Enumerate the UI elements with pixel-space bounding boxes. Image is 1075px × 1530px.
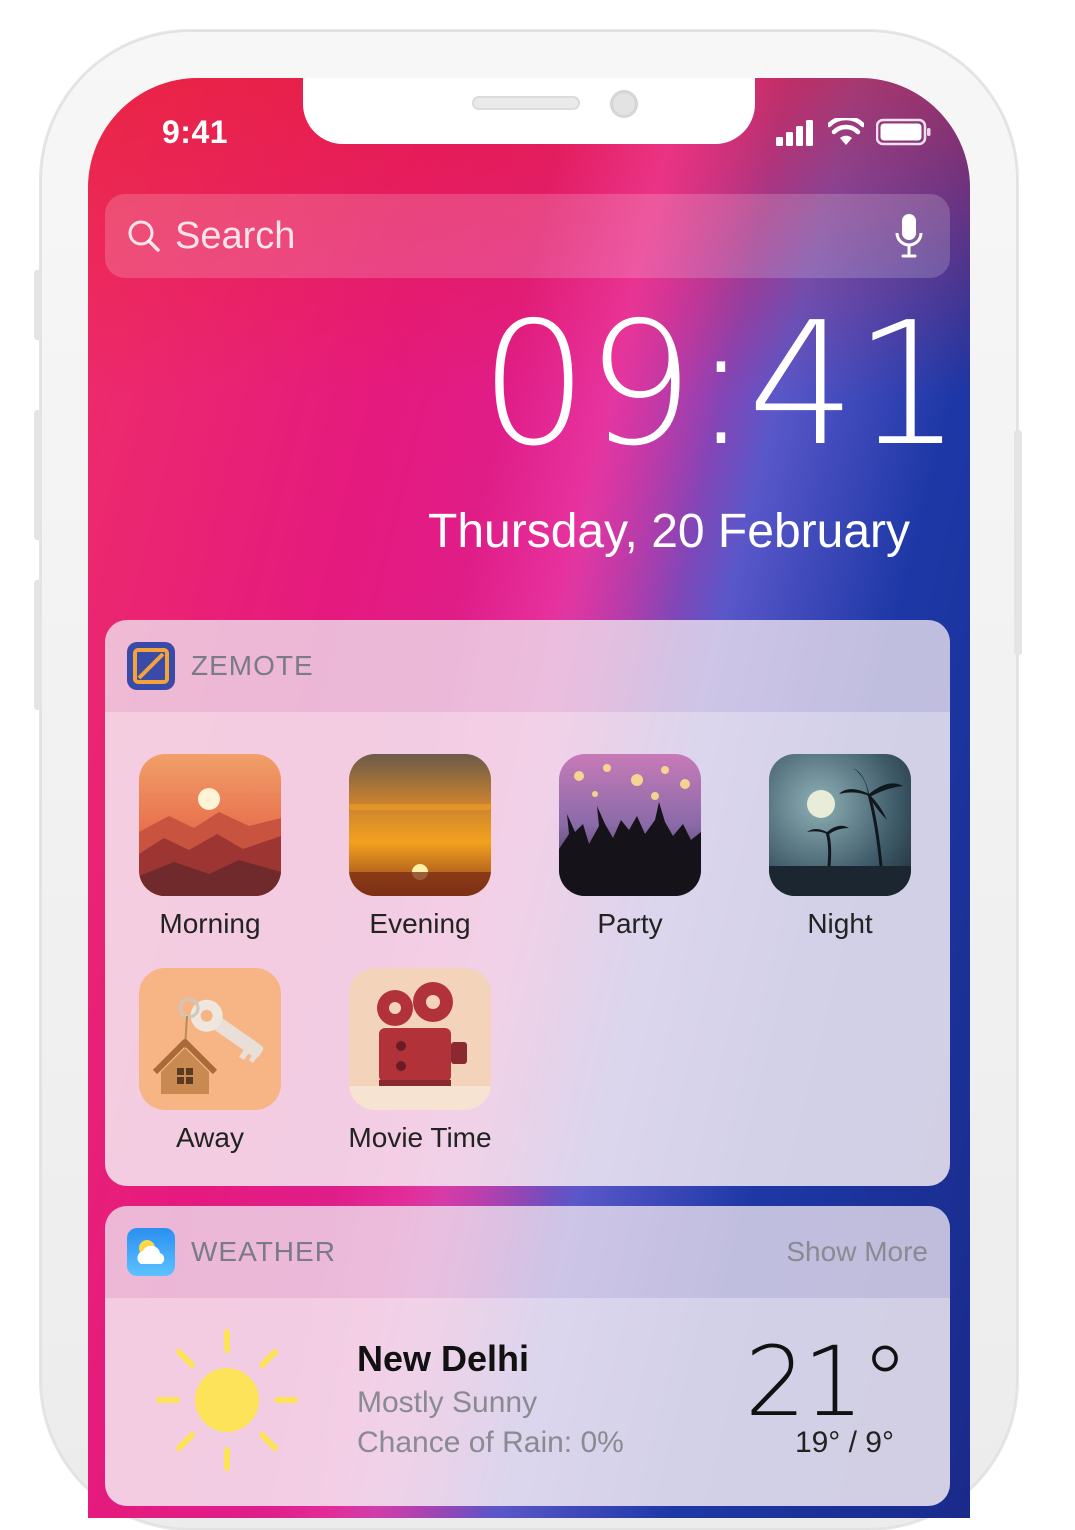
weather-widget-title: WEATHER	[191, 1236, 336, 1267]
weather-city: New Delhi	[357, 1338, 530, 1379]
show-more-link[interactable]: Show More	[786, 1236, 928, 1268]
scene-morning[interactable]: Morning	[135, 754, 285, 940]
scene-label: Party	[597, 908, 663, 939]
notch	[303, 78, 755, 144]
scene-label: Movie Time	[348, 1122, 492, 1153]
search-bar[interactable]: Search	[105, 194, 950, 278]
lock-screen-date: Thursday, 20 February	[428, 505, 910, 558]
search-icon	[128, 220, 160, 252]
volume-down-button	[34, 580, 42, 710]
house-key-icon	[139, 968, 281, 1110]
status-bar-time: 9:41	[162, 114, 229, 150]
cellular-signal-icon	[776, 120, 813, 146]
scene-label: Evening	[369, 908, 471, 939]
scene-grid: Morning Evening Party Night Away Movie T…	[105, 712, 950, 1186]
weather-widget-header: WEATHER Show More	[105, 1206, 950, 1298]
zemote-app-icon	[127, 642, 175, 690]
scene-away[interactable]: Away	[135, 968, 285, 1154]
scene-night[interactable]: Night	[765, 754, 915, 940]
moon-palms-icon	[769, 754, 911, 896]
status-bar-icons	[776, 118, 932, 146]
weather-rain-chance: Chance of Rain: 0%	[357, 1426, 624, 1459]
zemote-widget-header: ZEMOTE	[105, 620, 950, 712]
weather-app-icon	[127, 1228, 175, 1276]
mute-switch	[34, 270, 42, 340]
power-button	[1014, 430, 1022, 655]
weather-temperature: 21°	[744, 1326, 909, 1438]
film-projector-icon	[349, 968, 491, 1110]
weather-body: New Delhi Mostly Sunny Chance of Rain: 0…	[105, 1298, 950, 1506]
weather-temperature-range: 19° / 9°	[794, 1426, 894, 1459]
sun-icon	[156, 1329, 298, 1471]
scene-evening[interactable]: Evening	[345, 754, 495, 940]
weather-widget: WEATHER Show More New Delhi Mostly Sunny…	[105, 1206, 950, 1506]
front-camera	[610, 90, 638, 118]
microphone-icon[interactable]	[894, 213, 924, 259]
scene-label: Morning	[159, 908, 261, 939]
party-crowd-icon	[559, 754, 701, 896]
sunrise-mountains-icon	[139, 754, 281, 896]
weather-condition: Mostly Sunny	[357, 1386, 538, 1419]
scene-label: Away	[176, 1122, 244, 1153]
wifi-icon	[828, 118, 864, 145]
volume-up-button	[34, 410, 42, 540]
scene-movie-time[interactable]: Movie Time	[345, 968, 495, 1154]
earpiece-speaker	[472, 96, 580, 110]
zemote-widget-title: ZEMOTE	[191, 650, 314, 681]
sunset-horizon-icon	[349, 754, 491, 896]
search-placeholder: Search	[175, 214, 296, 257]
scene-party[interactable]: Party	[555, 754, 705, 940]
battery-icon	[876, 118, 931, 146]
lock-screen-clock: 09:41	[480, 286, 962, 484]
zemote-widget: ZEMOTE Morning Evening Party Night Away …	[105, 620, 950, 1186]
scene-label: Night	[807, 908, 873, 939]
